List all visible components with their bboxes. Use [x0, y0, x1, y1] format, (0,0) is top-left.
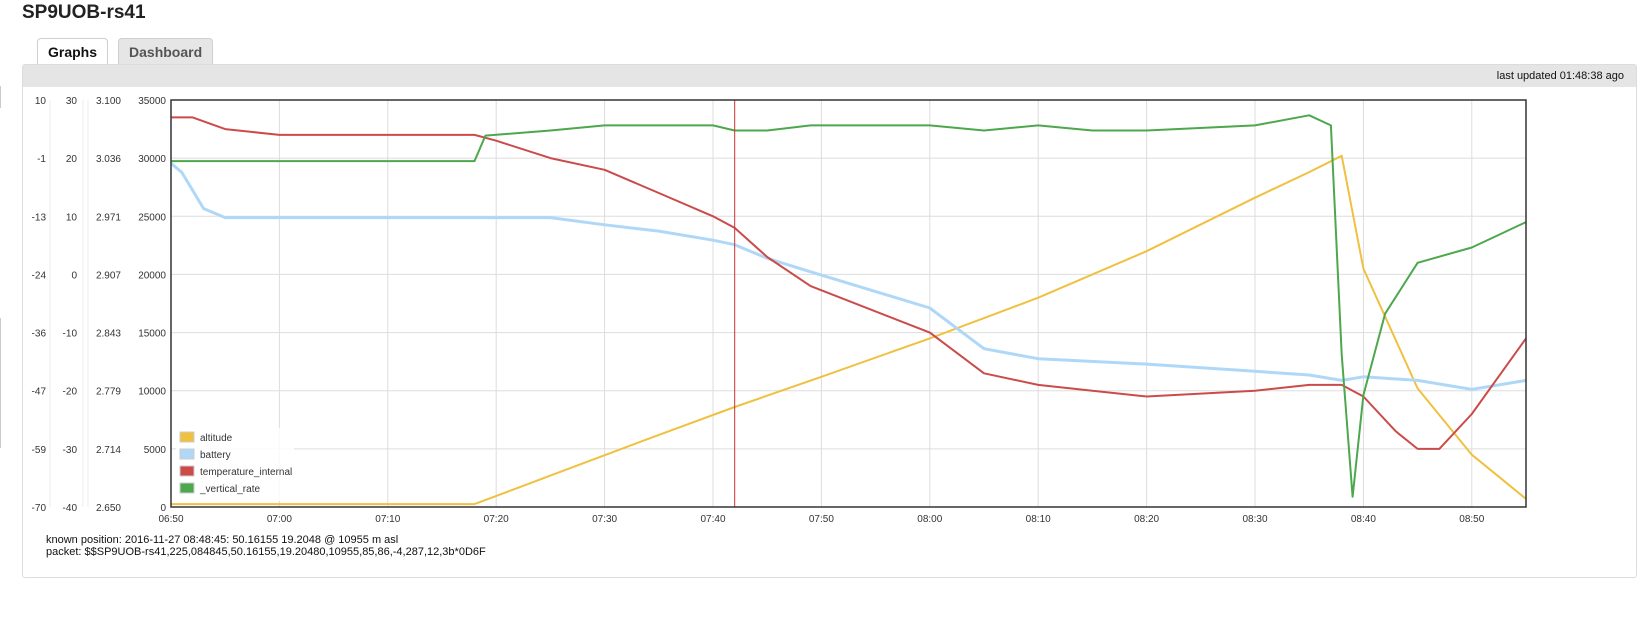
y-tick-label-temperature_internal: -40	[63, 503, 78, 514]
x-tick-label: 07:50	[809, 514, 834, 525]
x-tick-label: 07:30	[592, 514, 617, 525]
y-tick-label-vertical_rate: -47	[32, 387, 47, 398]
y-tick-label-battery: 2.650	[96, 503, 121, 514]
y-tick-label-temperature_internal: 30	[66, 96, 78, 107]
y-tick-label-vertical_rate: -36	[32, 329, 47, 340]
y-tick-label-altitude: 25000	[138, 212, 166, 223]
x-tick-label: 08:10	[1026, 514, 1051, 525]
known-position-text: known position: 2016-11-27 08:48:45: 50.…	[46, 534, 399, 546]
y-tick-label-battery: 2.907	[96, 270, 121, 281]
y-tick-label-temperature_internal: -10	[63, 329, 78, 340]
y-tick-label-battery: 2.843	[96, 329, 121, 340]
y-tick-label-altitude: 20000	[138, 270, 166, 281]
legend-label-altitude: altitude	[200, 433, 233, 444]
x-tick-label: 08:20	[1134, 514, 1159, 525]
y-tick-label-temperature_internal: -30	[63, 445, 78, 456]
y-tick-label-battery: 2.779	[96, 387, 121, 398]
x-tick-label: 06:50	[158, 514, 183, 525]
legend-label-battery: battery	[200, 450, 231, 461]
telemetry-chart: 06:50 07:00 07:10 07:20 07:30 07:40 07:50 08:00…	[32, 96, 1527, 525]
legend-swatch-vertical_rate	[179, 482, 195, 494]
legend-swatch-temperature_internal	[179, 465, 195, 477]
x-tick-label: 07:20	[484, 514, 509, 525]
x-tick-label: 07:00	[267, 514, 292, 525]
legend-swatch-altitude	[179, 431, 195, 443]
x-tick-label: 08:50	[1459, 514, 1484, 525]
y-tick-label-altitude: 15000	[138, 329, 166, 340]
y-tick-label-altitude: 10000	[138, 387, 166, 398]
y-tick-label-vertical_rate: -70	[32, 503, 47, 514]
x-tick-label: 08:00	[917, 514, 942, 525]
y-tick-label-battery: 3.036	[96, 154, 121, 165]
y-tick-label-altitude: 5000	[144, 445, 167, 456]
x-tick-label: 07:10	[375, 514, 400, 525]
legend-label-temperature_internal: temperature_internal	[200, 467, 292, 478]
y-tick-label-battery: 2.971	[96, 212, 121, 223]
y-tick-label-vertical_rate: -24	[32, 270, 47, 281]
y-tick-label-temperature_internal: -20	[63, 387, 78, 398]
y-tick-label-temperature_internal: 10	[66, 212, 78, 223]
y-tick-label-vertical_rate: -1	[37, 154, 46, 165]
y-tick-label-altitude: 30000	[138, 154, 166, 165]
y-tick-label-temperature_internal: 0	[71, 270, 77, 281]
y-tick-label-battery: 2.714	[96, 445, 121, 456]
y-tick-label-altitude: 0	[160, 503, 166, 514]
packet-text: packet: $$SP9UOB-rs41,225,084845,50.1615…	[46, 546, 486, 558]
legend-label-vertical_rate: _vertical_rate	[199, 484, 260, 495]
y-tick-label-temperature_internal: 20	[66, 154, 78, 165]
y-tick-label-altitude: 35000	[138, 96, 166, 107]
x-tick-label: 08:40	[1351, 514, 1376, 525]
x-tick-label: 08:30	[1242, 514, 1267, 525]
x-tick-label: 07:40	[700, 514, 725, 525]
legend-swatch-battery	[179, 448, 195, 460]
y-tick-label-vertical_rate: 10	[35, 96, 47, 107]
y-tick-label-battery: 3.100	[96, 96, 121, 107]
y-tick-label-vertical_rate: -13	[32, 212, 47, 223]
y-tick-label-vertical_rate: -59	[32, 445, 47, 456]
